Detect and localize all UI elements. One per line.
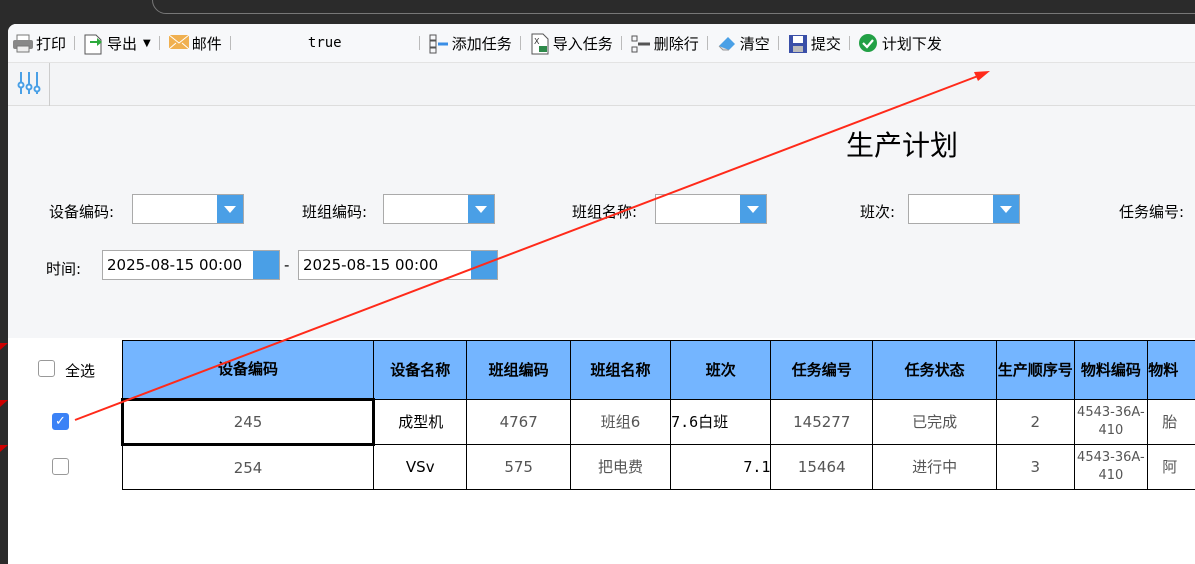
annotation-arrow [0, 0, 1195, 550]
